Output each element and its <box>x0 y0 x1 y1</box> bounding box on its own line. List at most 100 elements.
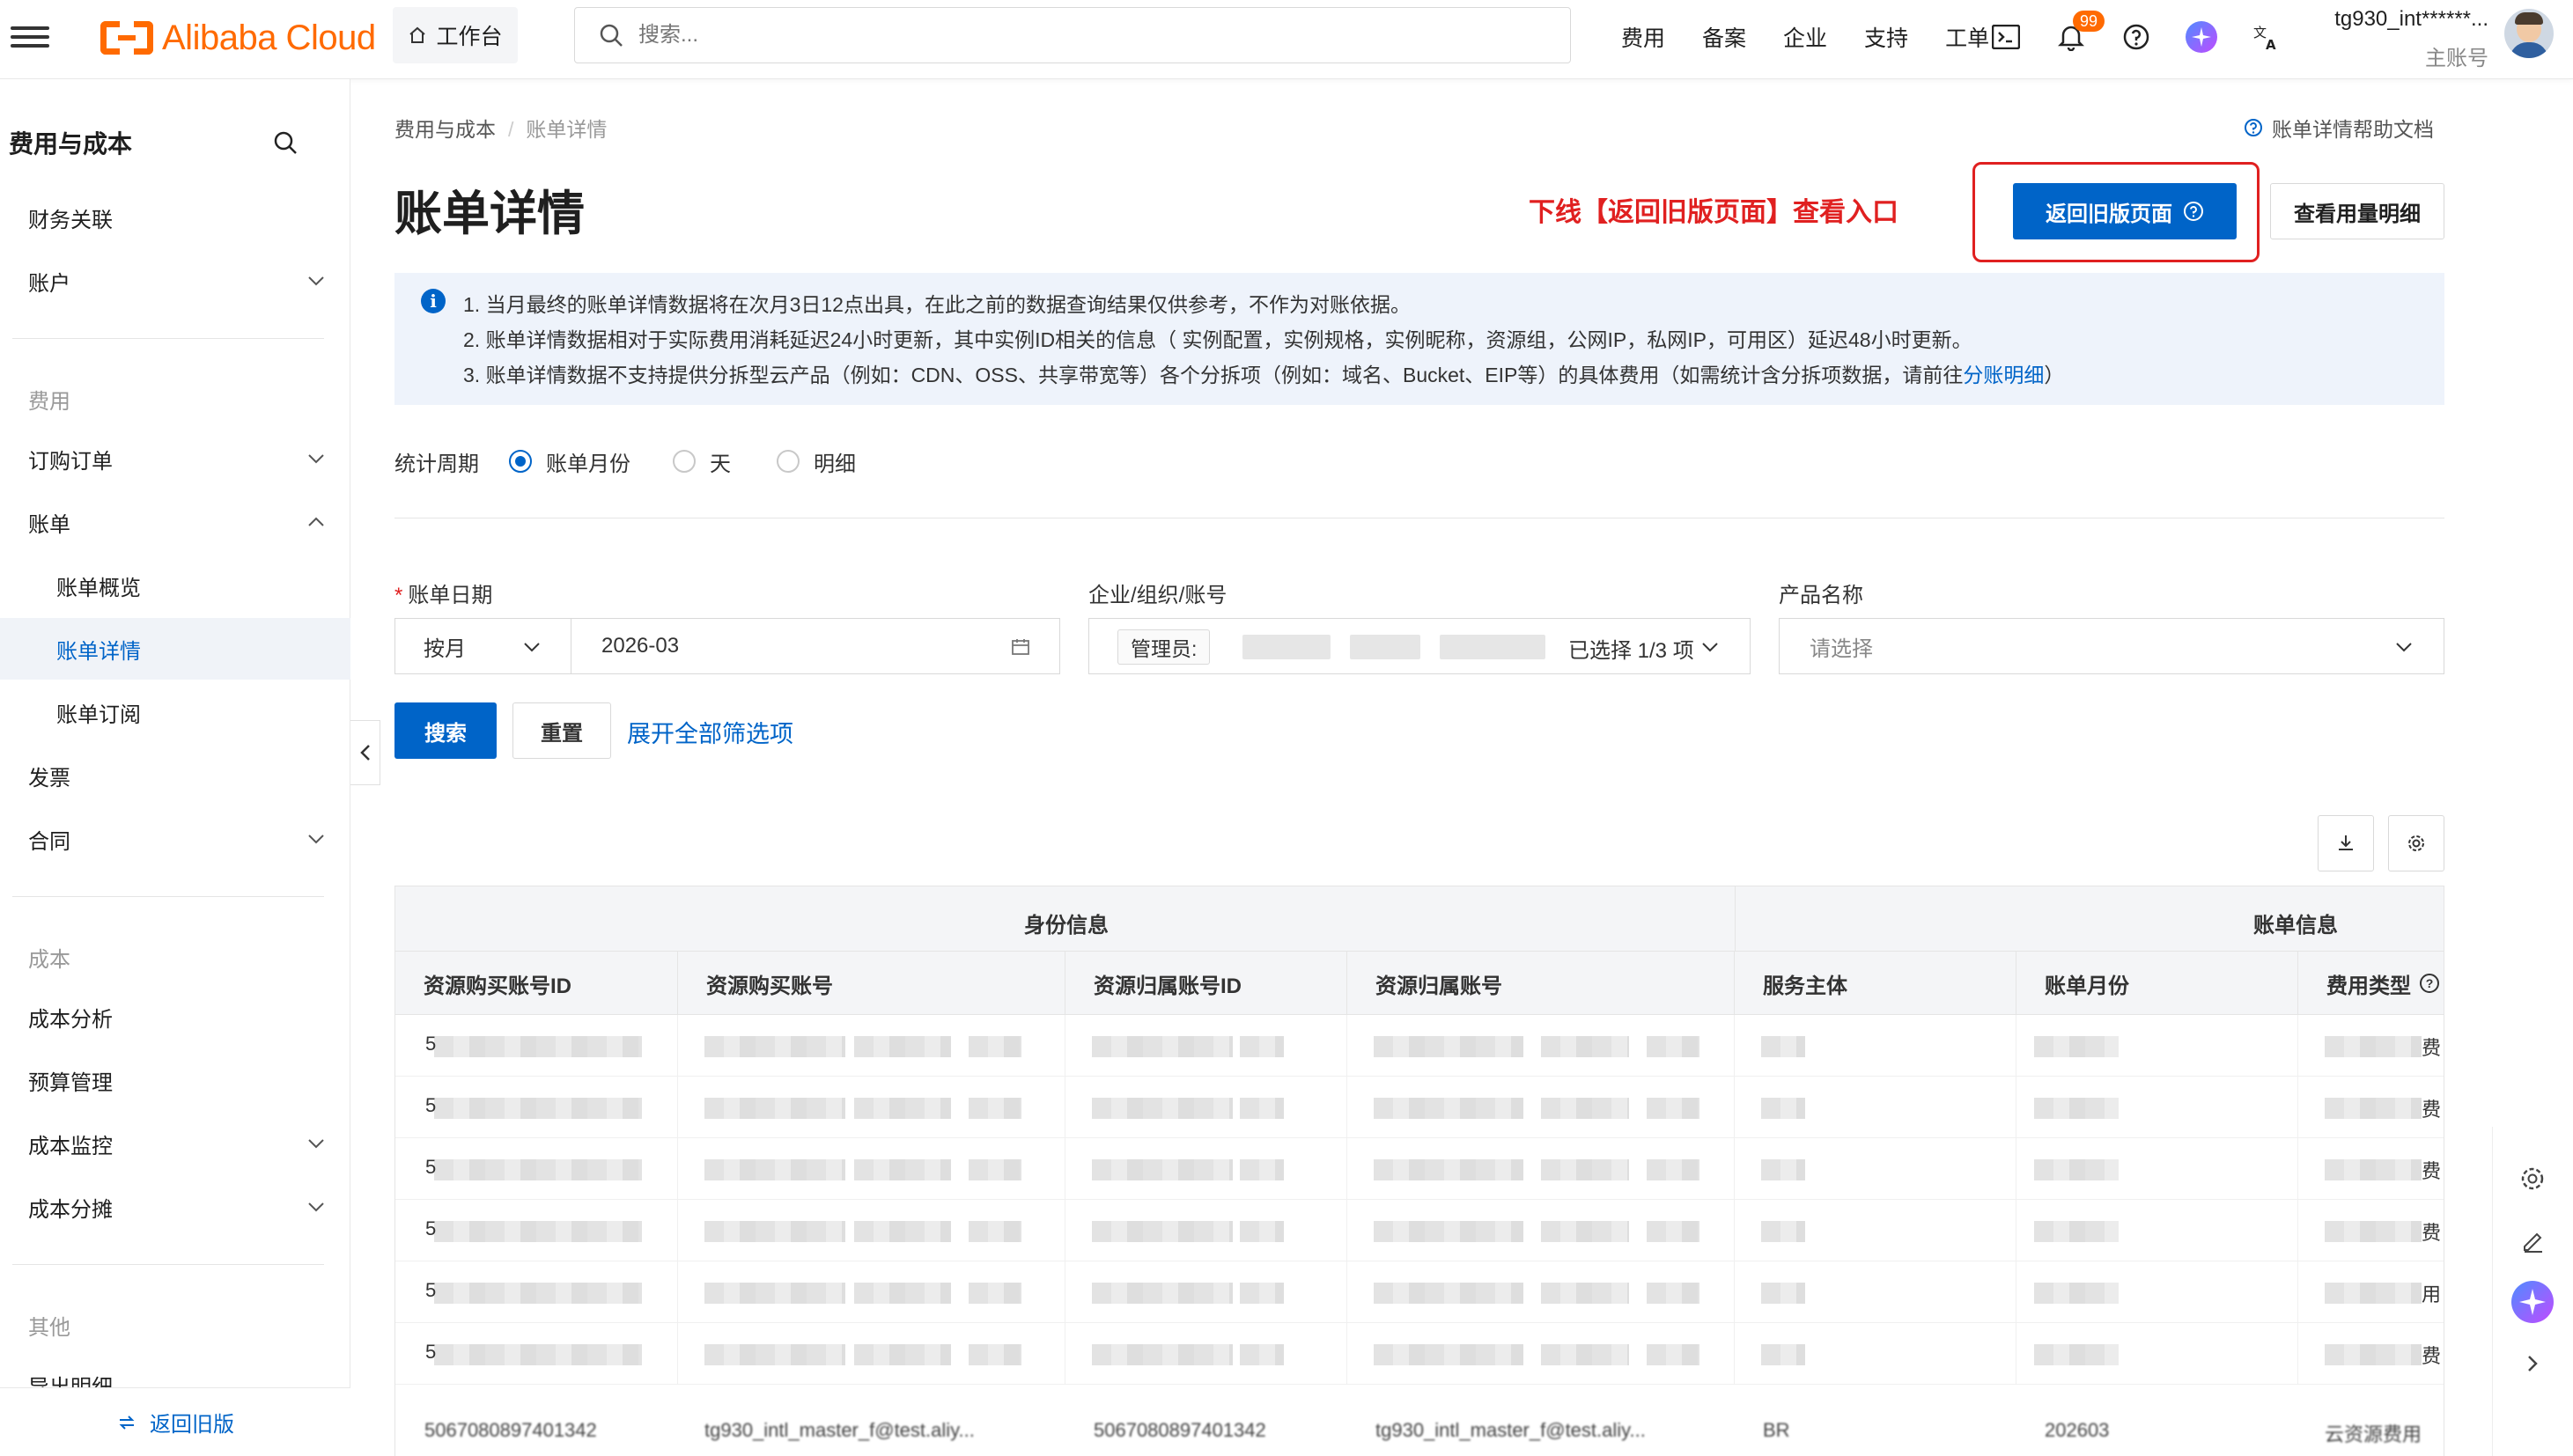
sidebar-item-invoice[interactable]: 发票 <box>0 745 350 806</box>
redacted-block <box>1240 1036 1284 1057</box>
expand-filters-link[interactable]: 展开全部筛选项 <box>627 715 793 749</box>
product-select[interactable]: 请选择 <box>1779 618 2444 674</box>
radio-day[interactable]: 天 <box>673 446 731 477</box>
sidebar-item-label: 合同 <box>28 829 70 854</box>
radio-detail[interactable]: 明细 <box>777 446 856 477</box>
table-row[interactable]: 5费 <box>395 1138 2444 1200</box>
terminal-icon[interactable] <box>1988 19 2024 55</box>
table-settings-button[interactable] <box>2388 815 2444 871</box>
user-info[interactable]: tg930_int******... 主账号 <box>2316 7 2488 71</box>
workbench-button[interactable]: 工作台 <box>393 7 518 63</box>
col-buyer-id[interactable]: 资源购买账号ID <box>395 952 678 1015</box>
sidebar-item-cost-monitor[interactable]: 成本监控 <box>0 1113 350 1174</box>
expand-rail-button[interactable] <box>2510 1342 2555 1386</box>
redacted-block <box>434 1036 642 1057</box>
calendar-icon <box>1012 639 1029 655</box>
swap-icon <box>119 1415 135 1430</box>
sidebar-item-bill-subscription[interactable]: 账单订阅 <box>0 681 350 743</box>
nav-enterprise[interactable]: 企业 <box>1783 21 1827 53</box>
table-row[interactable]: 5费 <box>395 1200 2444 1261</box>
ai-assistant-icon[interactable] <box>2184 19 2219 55</box>
download-button[interactable] <box>2318 815 2374 871</box>
redacted-block <box>1374 1283 1523 1304</box>
sidebar-item-bill-overview[interactable]: 账单概览 <box>0 555 350 616</box>
sidebar-item-contract[interactable]: 合同 <box>0 808 350 870</box>
radio-bill-month[interactable]: 账单月份 <box>509 446 630 477</box>
col-fee-type[interactable]: 费用类型? <box>2298 952 2444 1015</box>
global-search[interactable] <box>574 7 1571 63</box>
help-doc-link[interactable]: 账单详情帮助文档 <box>2244 113 2434 143</box>
sidebar-item-finance-link[interactable]: 财务关联 <box>0 187 350 248</box>
return-old-page-button[interactable]: 返回旧版页面 <box>2013 183 2237 239</box>
usage-detail-button[interactable]: 查看用量明细 <box>2270 183 2444 239</box>
brand-logo[interactable]: Alibaba Cloud <box>100 16 376 60</box>
redacted-block <box>1240 1159 1284 1180</box>
table-cell <box>1735 1138 2016 1200</box>
edit-button[interactable] <box>2510 1218 2555 1262</box>
nav-fees[interactable]: 费用 <box>1621 21 1665 53</box>
redacted-block <box>704 1283 845 1304</box>
table-row[interactable]: 5用 <box>395 1261 2444 1323</box>
translate-icon[interactable]: 文A <box>2249 19 2284 55</box>
cell-text: 5 <box>425 1279 437 1301</box>
search-button[interactable]: 搜索 <box>394 702 497 759</box>
granularity-select[interactable]: 按月 <box>394 618 571 674</box>
col-bill-month[interactable]: 账单月份 <box>2016 952 2298 1015</box>
menu-icon[interactable] <box>11 21 49 56</box>
blurred-account <box>1242 635 1331 659</box>
col-buyer-account[interactable]: 资源购买账号 <box>678 952 1065 1015</box>
sidebar-collapse-button[interactable] <box>350 720 380 785</box>
sidebar-item-bill-details[interactable]: 账单详情 <box>0 618 350 680</box>
settings-button[interactable] <box>2510 1157 2555 1201</box>
redacted-block <box>1541 1283 1629 1304</box>
cell-text: 费 <box>2421 1222 2441 1244</box>
table-cell <box>1347 1077 1735 1138</box>
granularity-value: 按月 <box>424 636 466 661</box>
search-icon <box>600 24 623 47</box>
bell-icon[interactable]: 99 <box>2053 11 2105 55</box>
sidebar-item-account[interactable]: 账户 <box>0 250 350 312</box>
redacted-block <box>854 1159 951 1180</box>
radio-label: 明细 <box>814 452 856 476</box>
table-row[interactable]: 5费 <box>395 1077 2444 1138</box>
sidebar-item-budget[interactable]: 预算管理 <box>0 1049 350 1111</box>
sidebar-item-cost-analysis[interactable]: 成本分析 <box>0 986 350 1048</box>
col-service-entity[interactable]: 服务主体 <box>1735 952 2016 1015</box>
table-cell <box>1347 1261 1735 1323</box>
table-cell: 费 <box>2298 1077 2444 1138</box>
breadcrumb-parent[interactable]: 费用与成本 <box>394 118 496 141</box>
redacted-block <box>1761 1098 1805 1119</box>
top-icons: 99 文A <box>1988 11 2314 56</box>
split-bill-link[interactable]: 分账明细 <box>1963 364 2044 386</box>
avatar[interactable] <box>2504 9 2554 58</box>
table-cell: 费 <box>2298 1323 2444 1385</box>
nav-ticket[interactable]: 工单 <box>1945 21 1989 53</box>
table-row[interactable]: 5费 <box>395 1323 2444 1385</box>
sidebar-item-cost-allocation[interactable]: 成本分摊 <box>0 1176 350 1238</box>
back-to-old-version-link[interactable]: 返回旧版 <box>0 1387 350 1456</box>
right-rail <box>2492 1127 2573 1456</box>
table-row[interactable]: 5费 <box>395 1015 2444 1077</box>
org-account-select[interactable]: 管理员: 已选择 1/3 项 <box>1088 618 1751 674</box>
redacted-block <box>434 1221 642 1242</box>
sidebar-item-bill[interactable]: 账单 <box>0 491 350 553</box>
last-row-fee-type: 云资源费用 <box>2325 1423 2422 1445</box>
help-icon[interactable] <box>2119 19 2154 55</box>
nav-filing[interactable]: 备案 <box>1702 21 1746 53</box>
reset-button[interactable]: 重置 <box>512 702 611 759</box>
sidebar-item-label: 预算管理 <box>28 1070 113 1095</box>
col-owner-account[interactable]: 资源归属账号 <box>1347 952 1735 1015</box>
nav-support[interactable]: 支持 <box>1864 21 1908 53</box>
ai-assistant-button[interactable] <box>2510 1280 2555 1324</box>
table-body: 5费5费5费5费5用5费 <box>395 1015 2444 1385</box>
table-cell: 5 <box>395 1138 678 1200</box>
search-input[interactable] <box>638 23 1167 48</box>
col-owner-id[interactable]: 资源归属账号ID <box>1065 952 1347 1015</box>
sidebar-item-orders[interactable]: 订购订单 <box>0 428 350 489</box>
last-row-owner-account: tg930_intl_master_f@test.aliy... <box>1375 1419 1646 1441</box>
blurred-account <box>1440 635 1545 659</box>
redacted-block <box>1374 1344 1523 1365</box>
bill-date-picker[interactable]: 2026-03 <box>571 618 1060 674</box>
table-cell: 费 <box>2298 1015 2444 1077</box>
sidebar-search-icon[interactable] <box>271 129 299 157</box>
